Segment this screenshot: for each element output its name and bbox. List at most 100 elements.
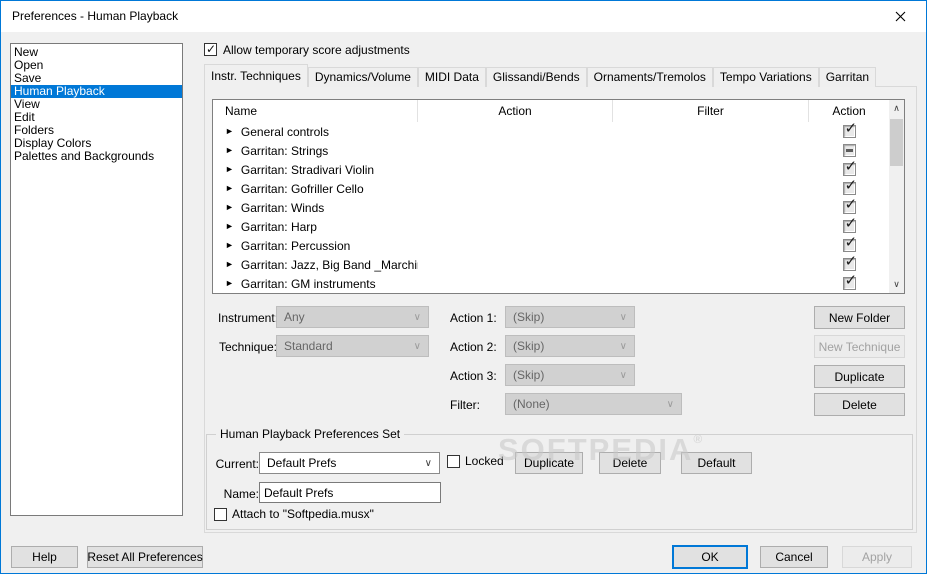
technique-action-cell [418, 274, 613, 293]
technique-action-cell [418, 236, 613, 255]
technique-filter-cell [613, 198, 809, 217]
duplicate-prefs-button[interactable]: Duplicate [515, 452, 583, 474]
technique-row[interactable]: ► Garritan: Percussion ✓ [213, 236, 889, 255]
help-button[interactable]: Help [11, 546, 78, 568]
instr-techniques-pane: Name Action Filter Action ► General contr… [204, 86, 917, 533]
scroll-down-icon[interactable]: ∨ [889, 277, 904, 292]
technique-select[interactable]: Standard ∨ [276, 335, 429, 357]
expand-arrow-icon[interactable]: ► [225, 217, 234, 236]
tab-garritan[interactable]: Garritan [818, 67, 877, 87]
column-header-name[interactable]: Name [213, 100, 418, 122]
category-listbox[interactable]: New Open Save Human Playback View Edit Folders… [10, 43, 183, 516]
technique-row[interactable]: ► Garritan: Strings [213, 141, 889, 160]
sidebar-item-palettes-and-backgrounds[interactable]: Palettes and Backgrounds [11, 150, 182, 163]
expand-arrow-icon[interactable]: ► [225, 255, 234, 274]
attach-checkbox[interactable] [214, 507, 227, 521]
tab-glissandi-bends[interactable]: Glissandi/Bends [485, 67, 587, 87]
row-action-checkbox[interactable]: ✓ [842, 255, 857, 271]
row-action-checkbox[interactable]: ✓ [842, 217, 858, 233]
attach-label: Attach to "Softpedia.musx" [232, 507, 374, 521]
close-icon [895, 11, 905, 22]
technique-name: Garritan: Winds [240, 200, 325, 215]
delete-prefs-button[interactable]: Delete [599, 452, 661, 474]
row-action-checkbox[interactable]: ✓ [842, 160, 857, 176]
expand-arrow-icon[interactable]: ► [225, 198, 234, 217]
current-label: Current: [215, 457, 259, 471]
reset-all-preferences-button[interactable]: Reset All Preferences [87, 546, 203, 568]
technique-action-cell [418, 160, 613, 179]
technique-row[interactable]: ► Garritan: Winds ✓ [213, 198, 889, 217]
table-scrollbar[interactable]: ∧ ∨ [889, 100, 904, 293]
expand-arrow-icon[interactable]: ► [225, 141, 234, 160]
filter-select[interactable]: (None) ∨ [505, 393, 682, 415]
current-prefs-value: Default Prefs [267, 456, 337, 470]
technique-action-cell [418, 141, 613, 160]
prefs-set-title: Human Playback Preferences Set [216, 427, 405, 441]
expand-arrow-icon[interactable]: ► [225, 160, 234, 179]
technique-name: Garritan: Jazz, Big Band _Marchin... [240, 257, 418, 272]
row-action-checkbox[interactable]: ✓ [842, 198, 857, 214]
ok-button[interactable]: OK [672, 545, 748, 569]
instrument-label: Instrument: [218, 311, 279, 325]
technique-row[interactable]: ► Garritan: GM instruments ✓ [213, 274, 889, 293]
default-prefs-button[interactable]: Default [681, 452, 752, 474]
action2-select[interactable]: (Skip) ∨ [505, 335, 635, 357]
expand-arrow-icon[interactable]: ► [225, 122, 234, 141]
action1-select[interactable]: (Skip) ∨ [505, 306, 635, 328]
column-header-action-check[interactable]: Action [809, 100, 889, 122]
action2-value: (Skip) [513, 339, 545, 353]
technique-filter-cell [613, 122, 809, 141]
technique-row[interactable]: ► Garritan: Harp ✓ [213, 217, 889, 236]
prefs-name-input[interactable] [259, 482, 441, 503]
technique-action-cell [418, 122, 613, 141]
locked-checkbox[interactable] [447, 454, 460, 468]
allow-adjustments-checkbox[interactable] [204, 42, 217, 56]
duplicate-technique-button[interactable]: Duplicate [814, 365, 905, 388]
column-header-filter[interactable]: Filter [613, 100, 809, 122]
row-action-checkbox[interactable]: ✓ [842, 236, 858, 252]
technique-row[interactable]: ► General controls ✓ [213, 122, 889, 141]
scrollbar-thumb[interactable] [890, 119, 903, 166]
action2-label: Action 2: [450, 340, 497, 354]
technique-row[interactable]: ► Garritan: Stradivari Violin ✓ [213, 160, 889, 179]
row-action-checkbox[interactable] [842, 144, 856, 157]
tab-tempo-variations[interactable]: Tempo Variations [712, 67, 819, 87]
preferences-dialog: Preferences - Human Playback New Open Save… [0, 0, 927, 574]
technique-name: General controls [240, 124, 329, 139]
expand-arrow-icon[interactable]: ► [225, 179, 234, 198]
delete-technique-button[interactable]: Delete [814, 393, 905, 416]
technique-filter-cell [613, 179, 809, 198]
cancel-button[interactable]: Cancel [760, 546, 828, 568]
instrument-select[interactable]: Any ∨ [276, 306, 429, 328]
technique-row[interactable]: ► Garritan: Gofriller Cello ✓ [213, 179, 889, 198]
technique-action-cell [418, 217, 613, 236]
row-action-checkbox[interactable]: ✓ [842, 179, 857, 195]
technique-row[interactable]: ► Garritan: Jazz, Big Band _Marchin... ✓ [213, 255, 889, 274]
action3-label: Action 3: [450, 369, 497, 383]
tab-ornaments-tremolos[interactable]: Ornaments/Tremolos [586, 67, 713, 87]
row-action-checkbox[interactable]: ✓ [842, 274, 857, 290]
scroll-up-icon[interactable]: ∧ [889, 101, 904, 116]
row-action-checkbox[interactable]: ✓ [842, 122, 857, 138]
expand-arrow-icon[interactable]: ► [225, 236, 234, 255]
new-folder-button[interactable]: New Folder [814, 306, 905, 329]
title-bar: Preferences - Human Playback [1, 1, 926, 32]
technique-name: Garritan: GM instruments [240, 276, 376, 291]
table-body: ► General controls ✓ ► Garritan: Strings ► Gar… [213, 122, 889, 293]
close-button[interactable] [884, 6, 916, 27]
technique-name: Garritan: Percussion [240, 238, 351, 253]
tab-instr-techniques[interactable]: Instr. Techniques [204, 64, 308, 87]
tab-dynamics-volume[interactable]: Dynamics/Volume [307, 67, 418, 87]
check-icon: ✓ [844, 217, 858, 232]
column-header-action[interactable]: Action [418, 100, 613, 122]
expand-arrow-icon[interactable]: ► [225, 274, 234, 293]
check-icon: ✓ [844, 236, 858, 251]
apply-button[interactable]: Apply [842, 546, 912, 568]
new-technique-button[interactable]: New Technique [814, 335, 905, 358]
technique-filter-cell [613, 274, 809, 293]
tab-midi-data[interactable]: MIDI Data [417, 67, 486, 87]
chevron-down-icon: ∨ [619, 340, 627, 352]
action3-select[interactable]: (Skip) ∨ [505, 364, 635, 386]
sidebar-item-view[interactable]: View [11, 98, 182, 111]
current-prefs-select[interactable]: Default Prefs ∨ [259, 452, 440, 474]
